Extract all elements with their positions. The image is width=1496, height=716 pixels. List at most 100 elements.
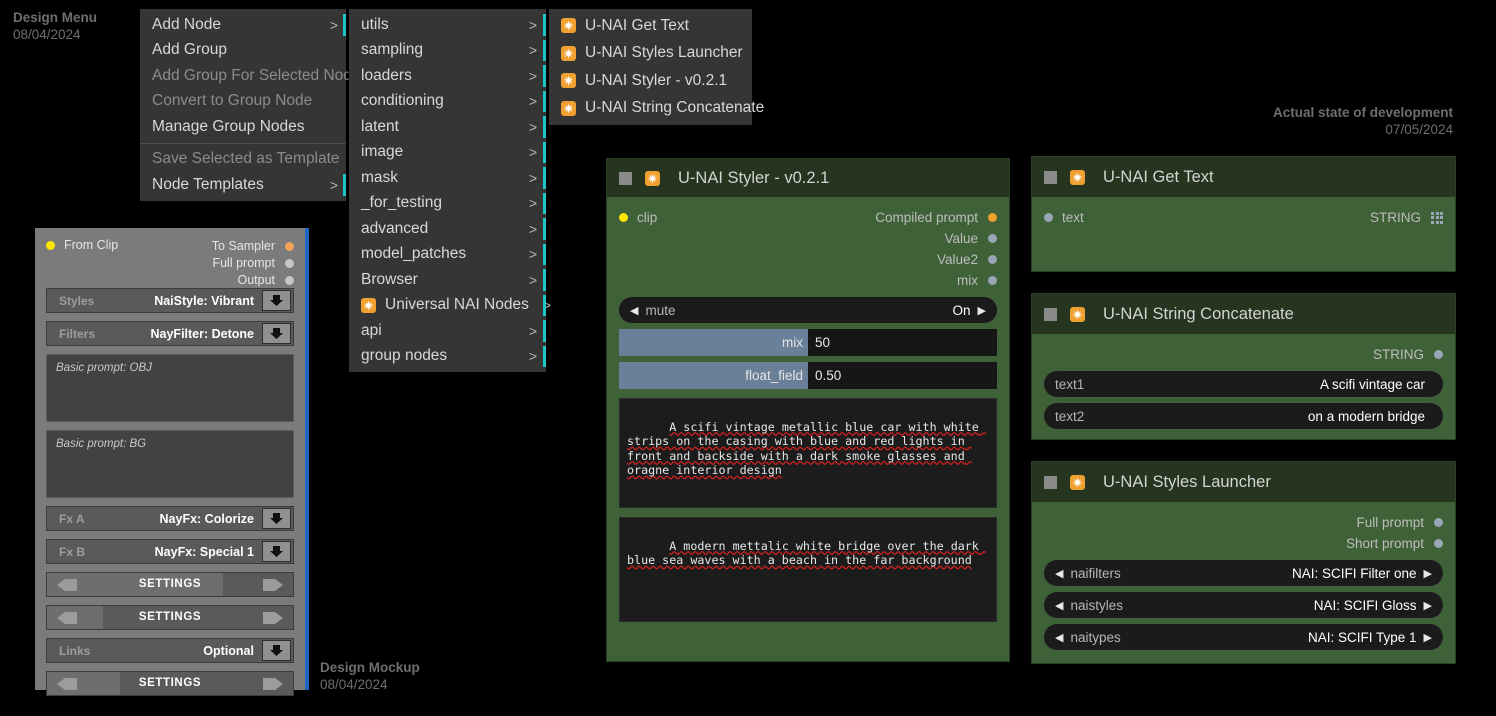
- chevron-left-icon[interactable]: ◀: [1055, 567, 1063, 580]
- combo-value: NAI: SCIFI Filter one: [1291, 565, 1417, 581]
- menu-item--for-testing[interactable]: _for_testing >: [349, 191, 546, 217]
- chevron-right-icon[interactable]: ▶: [978, 304, 986, 317]
- context-menu-nai-nodes[interactable]: U-NAI Get Text U-NAI Styles Launcher U-NAI…: [549, 9, 764, 125]
- styler-input-clip[interactable]: clip: [619, 210, 657, 225]
- chevron-right-icon[interactable]: ▶: [1424, 599, 1432, 612]
- annotation-state-of-development: Actual state of development 07/05/2024: [1273, 104, 1453, 138]
- launcher-output-full-prompt[interactable]: Full prompt: [1044, 512, 1443, 533]
- mockup-textarea-2[interactable]: Basic prompt: BG: [46, 430, 294, 498]
- menu-item-add-node[interactable]: Add Node >: [140, 12, 346, 38]
- gettext-input-text[interactable]: text: [1044, 210, 1084, 225]
- mockup-output-full-prompt[interactable]: Full prompt: [212, 255, 294, 271]
- collapse-icon[interactable]: [1044, 307, 1057, 321]
- widget-value: NayFilter: Detone: [150, 326, 255, 341]
- node-concat-header[interactable]: U-NAI String Concatenate: [1032, 294, 1455, 334]
- node-unai-styler[interactable]: U-NAI Styler - v0.2.1 clip Compiled prom…: [606, 158, 1010, 662]
- styler-first-port-row: clip Compiled prompt: [619, 207, 997, 228]
- menu-item-advanced[interactable]: advanced >: [349, 216, 546, 242]
- menu-item-image[interactable]: image >: [349, 140, 546, 166]
- styler-mute-combo[interactable]: ◀ mute On ▶: [619, 297, 997, 323]
- menu-item-add-group[interactable]: Add Group: [140, 38, 346, 64]
- menu-accent-bar: [543, 192, 546, 214]
- menu-item-label: group nodes: [361, 347, 448, 365]
- node-unai-styles-launcher[interactable]: U-NAI Styles Launcher Full prompt Short p…: [1031, 461, 1456, 664]
- styler-output-mix[interactable]: mix: [619, 270, 997, 291]
- settings-next-segment[interactable]: [120, 672, 293, 695]
- styler-slider-float_field[interactable]: float_field 0.50: [619, 362, 997, 389]
- dropdown-arrow-icon[interactable]: [262, 541, 291, 562]
- node-unai-string-concatenate[interactable]: U-NAI String Concatenate STRING text1 A s…: [1031, 293, 1456, 440]
- menu-item-browser[interactable]: Browser >: [349, 267, 546, 293]
- mockup-combo-filters[interactable]: Filters NayFilter: Detone: [46, 321, 294, 346]
- settings-next-segment[interactable]: [223, 573, 293, 596]
- chevron-left-icon[interactable]: ◀: [1055, 631, 1063, 644]
- mockup-textarea-1[interactable]: Basic prompt: OBJ: [46, 354, 294, 422]
- menu-item-u-nai-styler-v0-2-1[interactable]: U-NAI Styler - v0.2.1: [549, 67, 752, 95]
- chevron-right-icon[interactable]: ▶: [1424, 631, 1432, 644]
- dropdown-arrow-icon[interactable]: [262, 290, 291, 311]
- menu-item-manage-group-nodes[interactable]: Manage Group Nodes: [140, 114, 346, 140]
- mockup-output-to-sampler[interactable]: To Sampler: [212, 238, 294, 254]
- styler-prompt-1[interactable]: A scifi vintage metallic blue car with w…: [619, 398, 997, 508]
- menu-item-api[interactable]: api >: [349, 318, 546, 344]
- styler-slider-mix[interactable]: mix 50: [619, 329, 997, 356]
- dropdown-arrow-icon[interactable]: [262, 508, 291, 529]
- menu-item-mask[interactable]: mask >: [349, 165, 546, 191]
- menu-item-universal-nai-nodes[interactable]: Universal NAI Nodes >: [349, 293, 551, 319]
- menu-item-model-patches[interactable]: model_patches >: [349, 242, 546, 268]
- port-dot-mix: [988, 276, 997, 285]
- gettext-output-string[interactable]: STRING: [1370, 210, 1443, 225]
- styler-output-value2[interactable]: Value2: [619, 249, 997, 270]
- node-styler-header[interactable]: U-NAI Styler - v0.2.1: [607, 159, 1009, 197]
- settings-prev-segment[interactable]: [47, 606, 103, 629]
- menu-item-sampling[interactable]: sampling >: [349, 38, 546, 64]
- launcher-combo-naifilters[interactable]: ◀ naifilters NAI: SCIFI Filter one ▶: [1044, 560, 1443, 586]
- menu-item-loaders[interactable]: loaders >: [349, 63, 546, 89]
- mockup-combo-fx-b[interactable]: Fx B NayFx: Special 1: [46, 539, 294, 564]
- mockup-combo-fx-a[interactable]: Fx A NayFx: Colorize: [46, 506, 294, 531]
- mockup-input-from-clip[interactable]: From Clip: [46, 238, 118, 252]
- chevron-left-icon[interactable]: ◀: [1055, 599, 1063, 612]
- chevron-right-icon[interactable]: ▶: [1424, 567, 1432, 580]
- styler-prompt-2[interactable]: A modern mettalic white bridge over the …: [619, 517, 997, 622]
- node-gettext-header[interactable]: U-NAI Get Text: [1032, 157, 1455, 197]
- mockup-settings-row-1[interactable]: SETTINGS: [46, 572, 294, 597]
- mockup-output-output[interactable]: Output: [212, 272, 294, 288]
- context-menu-root[interactable]: Add Node > Add Group Add Group For Selected…: [140, 9, 368, 201]
- node-styler-title: U-NAI Styler - v0.2.1: [678, 168, 830, 187]
- concat-output-string[interactable]: STRING: [1044, 344, 1443, 365]
- collapse-icon[interactable]: [619, 171, 632, 185]
- menu-item-u-nai-string-concatenate[interactable]: U-NAI String Concatenate: [549, 95, 764, 123]
- node-launcher-header[interactable]: U-NAI Styles Launcher: [1032, 462, 1455, 502]
- collapse-icon[interactable]: [1044, 475, 1057, 489]
- launcher-combo-naistyles[interactable]: ◀ naistyles NAI: SCIFI Gloss ▶: [1044, 592, 1443, 618]
- settings-prev-segment[interactable]: [47, 672, 120, 695]
- node-unai-get-text[interactable]: U-NAI Get Text text STRING: [1031, 156, 1456, 272]
- collapse-icon[interactable]: [1044, 170, 1057, 184]
- dropdown-arrow-icon[interactable]: [262, 640, 291, 661]
- styler-output-value[interactable]: Value: [619, 228, 997, 249]
- launcher-output-short-prompt[interactable]: Short prompt: [1044, 533, 1443, 554]
- menu-item-u-nai-styles-launcher[interactable]: U-NAI Styles Launcher: [549, 40, 752, 68]
- concat-widget-text1[interactable]: text1 A scifi vintage car: [1044, 371, 1443, 397]
- dropdown-arrow-icon[interactable]: [262, 323, 291, 344]
- launcher-combo-naitypes[interactable]: ◀ naitypes NAI: SCIFI Type 1 ▶: [1044, 624, 1443, 650]
- styler-output-compiled-prompt[interactable]: Compiled prompt: [875, 210, 997, 225]
- menu-item-group-nodes[interactable]: group nodes >: [349, 344, 546, 370]
- mockup-combo-links[interactable]: Links Optional: [46, 638, 294, 663]
- menu-item-utils[interactable]: utils >: [349, 12, 546, 38]
- mockup-settings-row-3[interactable]: SETTINGS: [46, 671, 294, 696]
- chevron-left-icon[interactable]: ◀: [630, 304, 638, 317]
- menu-item-conditioning[interactable]: conditioning >: [349, 89, 546, 115]
- menu-item-u-nai-get-text[interactable]: U-NAI Get Text: [549, 12, 752, 40]
- concat-widget-text2[interactable]: text2 on a modern bridge: [1044, 403, 1443, 429]
- menu-item-node-templates[interactable]: Node Templates >: [140, 172, 346, 198]
- settings-prev-segment[interactable]: [47, 573, 224, 596]
- context-menu-categories[interactable]: utils > sampling > loaders > conditioning > late…: [349, 9, 551, 372]
- settings-next-segment[interactable]: [103, 606, 293, 629]
- menu-accent-bar: [543, 116, 546, 138]
- chevron-right-icon: >: [528, 348, 537, 365]
- mockup-combo-styles[interactable]: Styles NaiStyle: Vibrant: [46, 288, 294, 313]
- mockup-settings-row-2[interactable]: SETTINGS: [46, 605, 294, 630]
- menu-item-latent[interactable]: latent >: [349, 114, 546, 140]
